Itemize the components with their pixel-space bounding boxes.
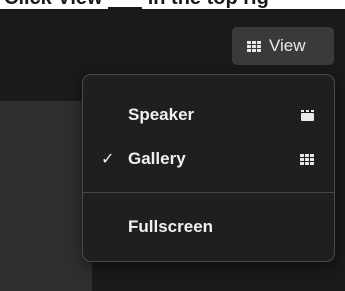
caption-tail: in the top rig	[148, 0, 269, 9]
checkmark-icon: ✓	[101, 151, 115, 168]
screenshot-root: Click View in the top rig View Speaker	[0, 0, 345, 291]
view-dropdown-menu: Speaker ✓ Gallery Fullscreen	[82, 74, 335, 262]
speaker-view-icon	[301, 109, 314, 121]
menu-item-label: Gallery	[128, 149, 186, 168]
instruction-caption: Click View in the top rig	[0, 0, 345, 9]
menu-item-speaker[interactable]: Speaker	[83, 97, 334, 133]
video-tile	[0, 101, 92, 291]
gallery-grid-icon	[247, 40, 261, 52]
menu-item-gallery[interactable]: ✓ Gallery	[83, 141, 334, 177]
caption-text: Click View	[4, 0, 103, 9]
gallery-grid-icon	[300, 153, 314, 165]
caption-blank	[108, 0, 143, 9]
view-button-label: View	[269, 36, 306, 55]
menu-item-fullscreen[interactable]: Fullscreen	[83, 209, 334, 245]
menu-item-label: Fullscreen	[128, 217, 214, 236]
menu-divider	[83, 192, 334, 193]
view-button[interactable]: View	[232, 27, 334, 65]
menu-item-label: Speaker	[128, 105, 195, 124]
